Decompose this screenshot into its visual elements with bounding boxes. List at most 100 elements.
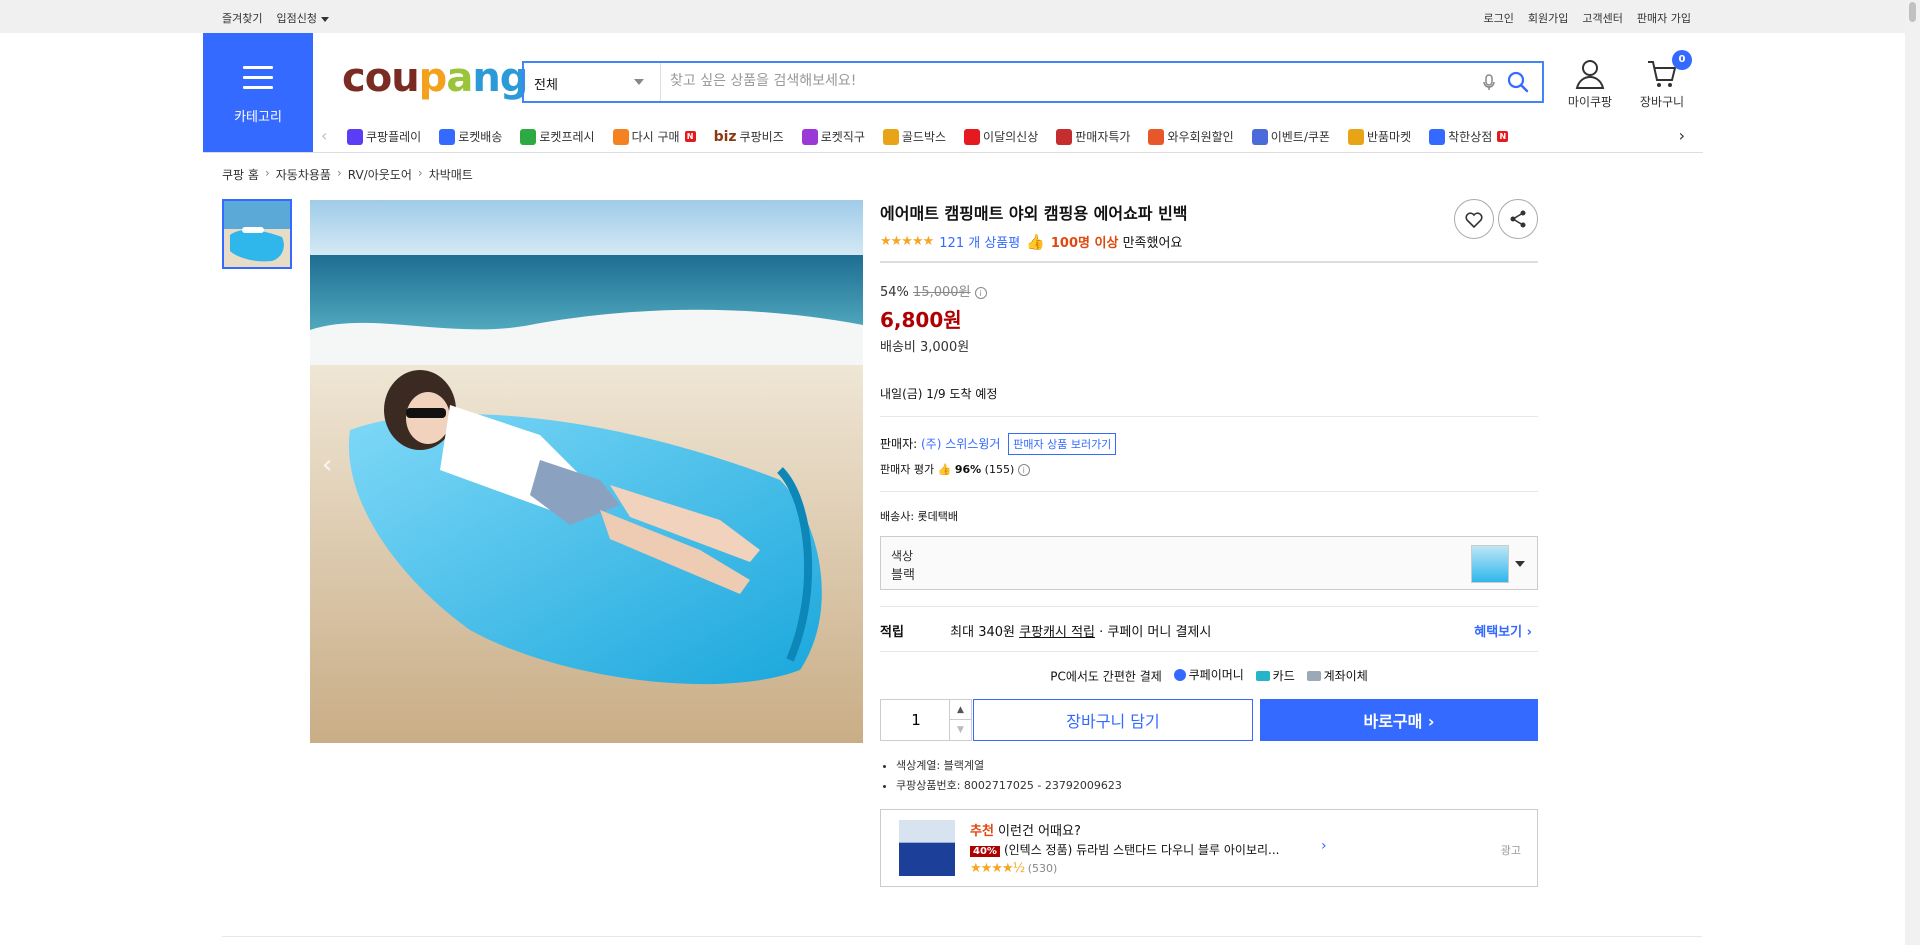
- seller-apply-label: 입점신청: [276, 12, 317, 25]
- review-count-link[interactable]: 121 개 상품평: [939, 232, 1020, 251]
- scrollbar-thumb[interactable]: [1909, 2, 1916, 22]
- seller-name-link[interactable]: (주) 스위스윙거: [921, 437, 1000, 451]
- breadcrumb-home[interactable]: 쿠팡 홈: [222, 166, 259, 183]
- search-bar: 전체: [522, 61, 1544, 103]
- hamburger-icon: [243, 66, 273, 90]
- reward-key: 적립: [880, 625, 904, 640]
- nav-item-coupon[interactable]: 이벤트/쿠폰: [1251, 128, 1330, 145]
- page-scrollbar[interactable]: [1905, 0, 1920, 945]
- title-divider: [880, 261, 1538, 263]
- nav-item-goldbox[interactable]: 골드박스: [882, 128, 946, 145]
- pc-pay-label: PC에서도 간편한 결제: [1050, 669, 1162, 684]
- option-swatch-image: [1471, 545, 1509, 583]
- bank-icon: [1306, 670, 1321, 681]
- seller-signup-link[interactable]: 판매자 가입: [1637, 10, 1691, 26]
- info-icon[interactable]: i: [974, 287, 987, 299]
- satisfaction-rest: 만족했어요: [1118, 236, 1183, 251]
- product-thumbnail[interactable]: [222, 199, 292, 269]
- nav-item-seller-deal[interactable]: 판매자특가: [1056, 128, 1130, 145]
- search-icon[interactable]: [1506, 70, 1530, 94]
- seller-products-button[interactable]: 판매자 상품 보러가기: [1008, 433, 1117, 455]
- my-coupang-button[interactable]: 마이쿠팡: [1560, 58, 1620, 110]
- favorites-link[interactable]: 즐겨찾기: [222, 10, 262, 26]
- quantity-down-icon[interactable]: ▼: [949, 719, 971, 740]
- chevron-down-icon: [320, 16, 329, 22]
- discount-row: 54% 15,000원 i: [880, 281, 1538, 300]
- wishlist-button[interactable]: [1454, 199, 1494, 239]
- carrier: 배송사: 롯데택배: [880, 510, 959, 523]
- nav-item-label: 이달의신상: [983, 130, 1039, 144]
- category-button[interactable]: 카테고리: [203, 33, 313, 153]
- category-label: 카테고리: [234, 110, 282, 125]
- rating-stars: ★★★★★: [880, 234, 934, 249]
- nav-item-good-store[interactable]: 착한상점 N: [1429, 128, 1509, 145]
- reward-text-2: · 쿠페이 머니 결제시: [1095, 625, 1212, 640]
- recommendation-heading-rest: 이런건 어때요?: [993, 823, 1081, 839]
- info-icon[interactable]: i: [1017, 464, 1030, 476]
- share-button[interactable]: [1498, 199, 1538, 239]
- nav-prev-icon[interactable]: ‹: [321, 126, 327, 145]
- pay-method-card: 카드: [1272, 669, 1295, 683]
- good-store-icon: [1429, 128, 1446, 145]
- nav-next-icon[interactable]: ›: [1679, 126, 1685, 145]
- buy-now-button[interactable]: 바로구매 ›: [1260, 698, 1538, 741]
- recommendation-rating: ★★★★½ (530): [970, 861, 1057, 876]
- satisfaction-text: 100명 이상 만족했어요: [1051, 232, 1182, 251]
- quantity-input[interactable]: [881, 699, 951, 740]
- nav-item-biz[interactable]: biz 쿠팡비즈: [714, 128, 784, 145]
- search-category-select[interactable]: 전체: [524, 63, 661, 101]
- nav-item-rocket-global[interactable]: 로켓직구: [801, 128, 865, 145]
- breadcrumb-mat[interactable]: 차박매트: [429, 166, 473, 183]
- search-input[interactable]: [670, 67, 1470, 95]
- option-label: 색상: [891, 549, 914, 563]
- seller-apply-link[interactable]: 입점신청: [276, 10, 329, 26]
- login-link[interactable]: 로그인: [1484, 10, 1514, 26]
- nav-item-rocket-fresh[interactable]: 로켓프레시: [520, 128, 595, 145]
- product-main-image[interactable]: ‹: [310, 200, 863, 743]
- nav-item-wow[interactable]: 와우회원할인: [1148, 128, 1234, 145]
- nav-item-new[interactable]: 이달의신상: [964, 128, 1038, 145]
- nav-item-label: 로켓배송: [458, 130, 503, 144]
- biz-icon: biz: [713, 128, 737, 145]
- cart-button[interactable]: 장바구니 0: [1632, 50, 1692, 110]
- my-coupang-label: 마이쿠팡: [1567, 95, 1613, 109]
- image-prev-icon[interactable]: ‹: [322, 450, 332, 480]
- breadcrumb-auto[interactable]: 자동차용품: [276, 166, 331, 183]
- coupay-money-icon: [1173, 668, 1186, 681]
- customer-center-link[interactable]: 고객센터: [1582, 10, 1622, 26]
- arrival-date: 내일(금) 1/9 도착 예정: [880, 387, 998, 401]
- sale-price: 6,800원: [880, 308, 962, 332]
- original-price: 15,000원: [913, 285, 971, 300]
- benefits-link[interactable]: 혜택보기 ›: [1474, 621, 1532, 640]
- reward-row: 적립 최대 340원 쿠팡캐시 적립 · 쿠페이 머니 결제시 혜택보기 ›: [880, 607, 1538, 651]
- nav-item-rocket[interactable]: 로켓배송: [439, 128, 502, 145]
- nav-item-return-market[interactable]: 반품마켓: [1347, 128, 1412, 145]
- microphone-icon[interactable]: [1480, 73, 1498, 91]
- nav-item-rebuy[interactable]: 다시 구매 N: [612, 128, 696, 145]
- share-icon: [1510, 210, 1526, 228]
- nav-item-play[interactable]: 쿠팡플레이: [347, 128, 421, 145]
- spec-list: 색상계열: 블랙계열 쿠팡상품번호: 8002717025 - 23792009…: [880, 757, 1538, 793]
- nav-item-label: 반품마켓: [1366, 130, 1412, 144]
- breadcrumb-rv[interactable]: RV/아웃도어: [348, 166, 412, 183]
- nav-item-label: 로켓프레시: [539, 130, 595, 144]
- chevron-right-icon[interactable]: ›: [1321, 838, 1327, 854]
- nav-item-label: 판매자특가: [1075, 130, 1131, 144]
- seller-row: 판매자: (주) 스위스윙거 판매자 상품 보러가기: [880, 433, 1538, 455]
- footer-divider: [222, 936, 1702, 937]
- quantity-up-icon[interactable]: ▲: [949, 699, 971, 720]
- add-to-cart-button[interactable]: 장바구니 담기: [973, 698, 1253, 741]
- coupang-cash-link[interactable]: 쿠팡캐시 적립: [1019, 625, 1095, 640]
- signup-link[interactable]: 회원가입: [1528, 10, 1568, 26]
- recommendation-card[interactable]: 추천 이런건 어때요? 40% (인텍스 정품) 듀라빔 스탠다드 다우니 블루 …: [880, 808, 1538, 887]
- rocket-global-icon: [801, 128, 818, 145]
- coupon-icon: [1251, 128, 1268, 145]
- seller-rating-count: (155): [984, 463, 1015, 476]
- nav-item-label: 쿠팡플레이: [366, 130, 422, 144]
- coupang-logo[interactable]: coupang: [342, 55, 528, 101]
- chevron-right-icon: ›: [336, 166, 342, 180]
- pay-method-bank: 계좌이체: [1323, 669, 1368, 683]
- color-option-select[interactable]: 색상 블랙: [880, 536, 1538, 590]
- chevron-right-icon: ›: [264, 166, 270, 180]
- quantity-stepper: ▲ ▼: [880, 698, 972, 741]
